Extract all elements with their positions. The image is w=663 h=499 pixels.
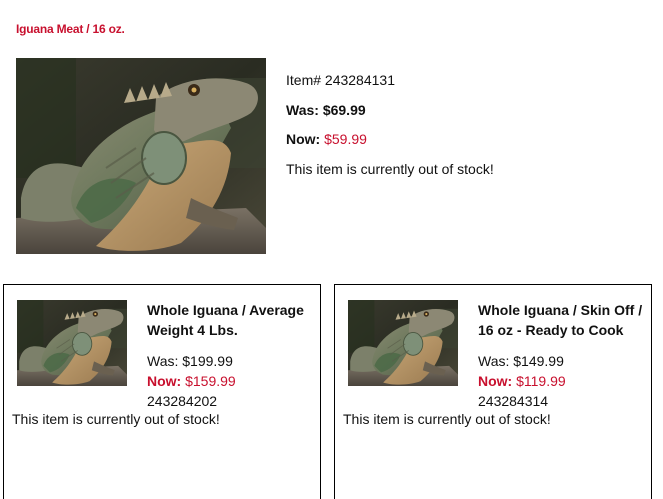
now-price: $159.99 (185, 373, 236, 389)
iguana-photo-icon (348, 300, 458, 386)
iguana-photo-icon (17, 300, 127, 386)
now-label: Now: (286, 131, 321, 147)
related-product-title[interactable]: Whole Iguana / Skin Off / 16 oz - Ready … (478, 300, 648, 340)
related-product-image[interactable] (17, 300, 127, 386)
product-image[interactable] (16, 58, 266, 254)
iguana-photo-icon (16, 58, 266, 254)
item-number: 243284314 (478, 393, 549, 409)
now-price: $119.99 (516, 373, 566, 389)
related-product-title[interactable]: Whole Iguana / Average Weight 4 Lbs. (147, 300, 317, 340)
related-product-details: Was: $149.99 Now: $119.99 243284314 (478, 351, 566, 411)
was-price: Was: $199.99 (147, 353, 233, 369)
item-number: Item# 243284131 (286, 72, 395, 88)
now-price-line: Now: $59.99 (286, 125, 494, 155)
stock-status: This item is currently out of stock! (286, 160, 494, 177)
related-product-image[interactable] (348, 300, 458, 386)
now-price: $59.99 (324, 131, 367, 147)
related-product-card[interactable]: Whole Iguana / Skin Off / 16 oz - Ready … (334, 284, 652, 499)
was-price: Was: $69.99 (286, 101, 366, 118)
now-price-line: Now: $119.99 (478, 371, 566, 391)
related-product-card[interactable]: Whole Iguana / Average Weight 4 Lbs. Was… (3, 284, 321, 499)
stock-status: This item is currently out of stock! (12, 411, 220, 427)
related-product-details: Was: $199.99 Now: $159.99 243284202 (147, 351, 236, 411)
page-title: Iguana Meat / 16 oz. (16, 22, 125, 36)
now-label: Now: (478, 373, 513, 389)
item-number: 243284202 (147, 393, 218, 409)
product-info: Item# 243284131 Was: $69.99 Now: $59.99 … (286, 66, 494, 184)
now-label: Now: (147, 373, 182, 389)
now-price-line: Now: $159.99 (147, 371, 236, 391)
was-price: Was: $149.99 (478, 353, 564, 369)
stock-status: This item is currently out of stock! (343, 411, 551, 427)
